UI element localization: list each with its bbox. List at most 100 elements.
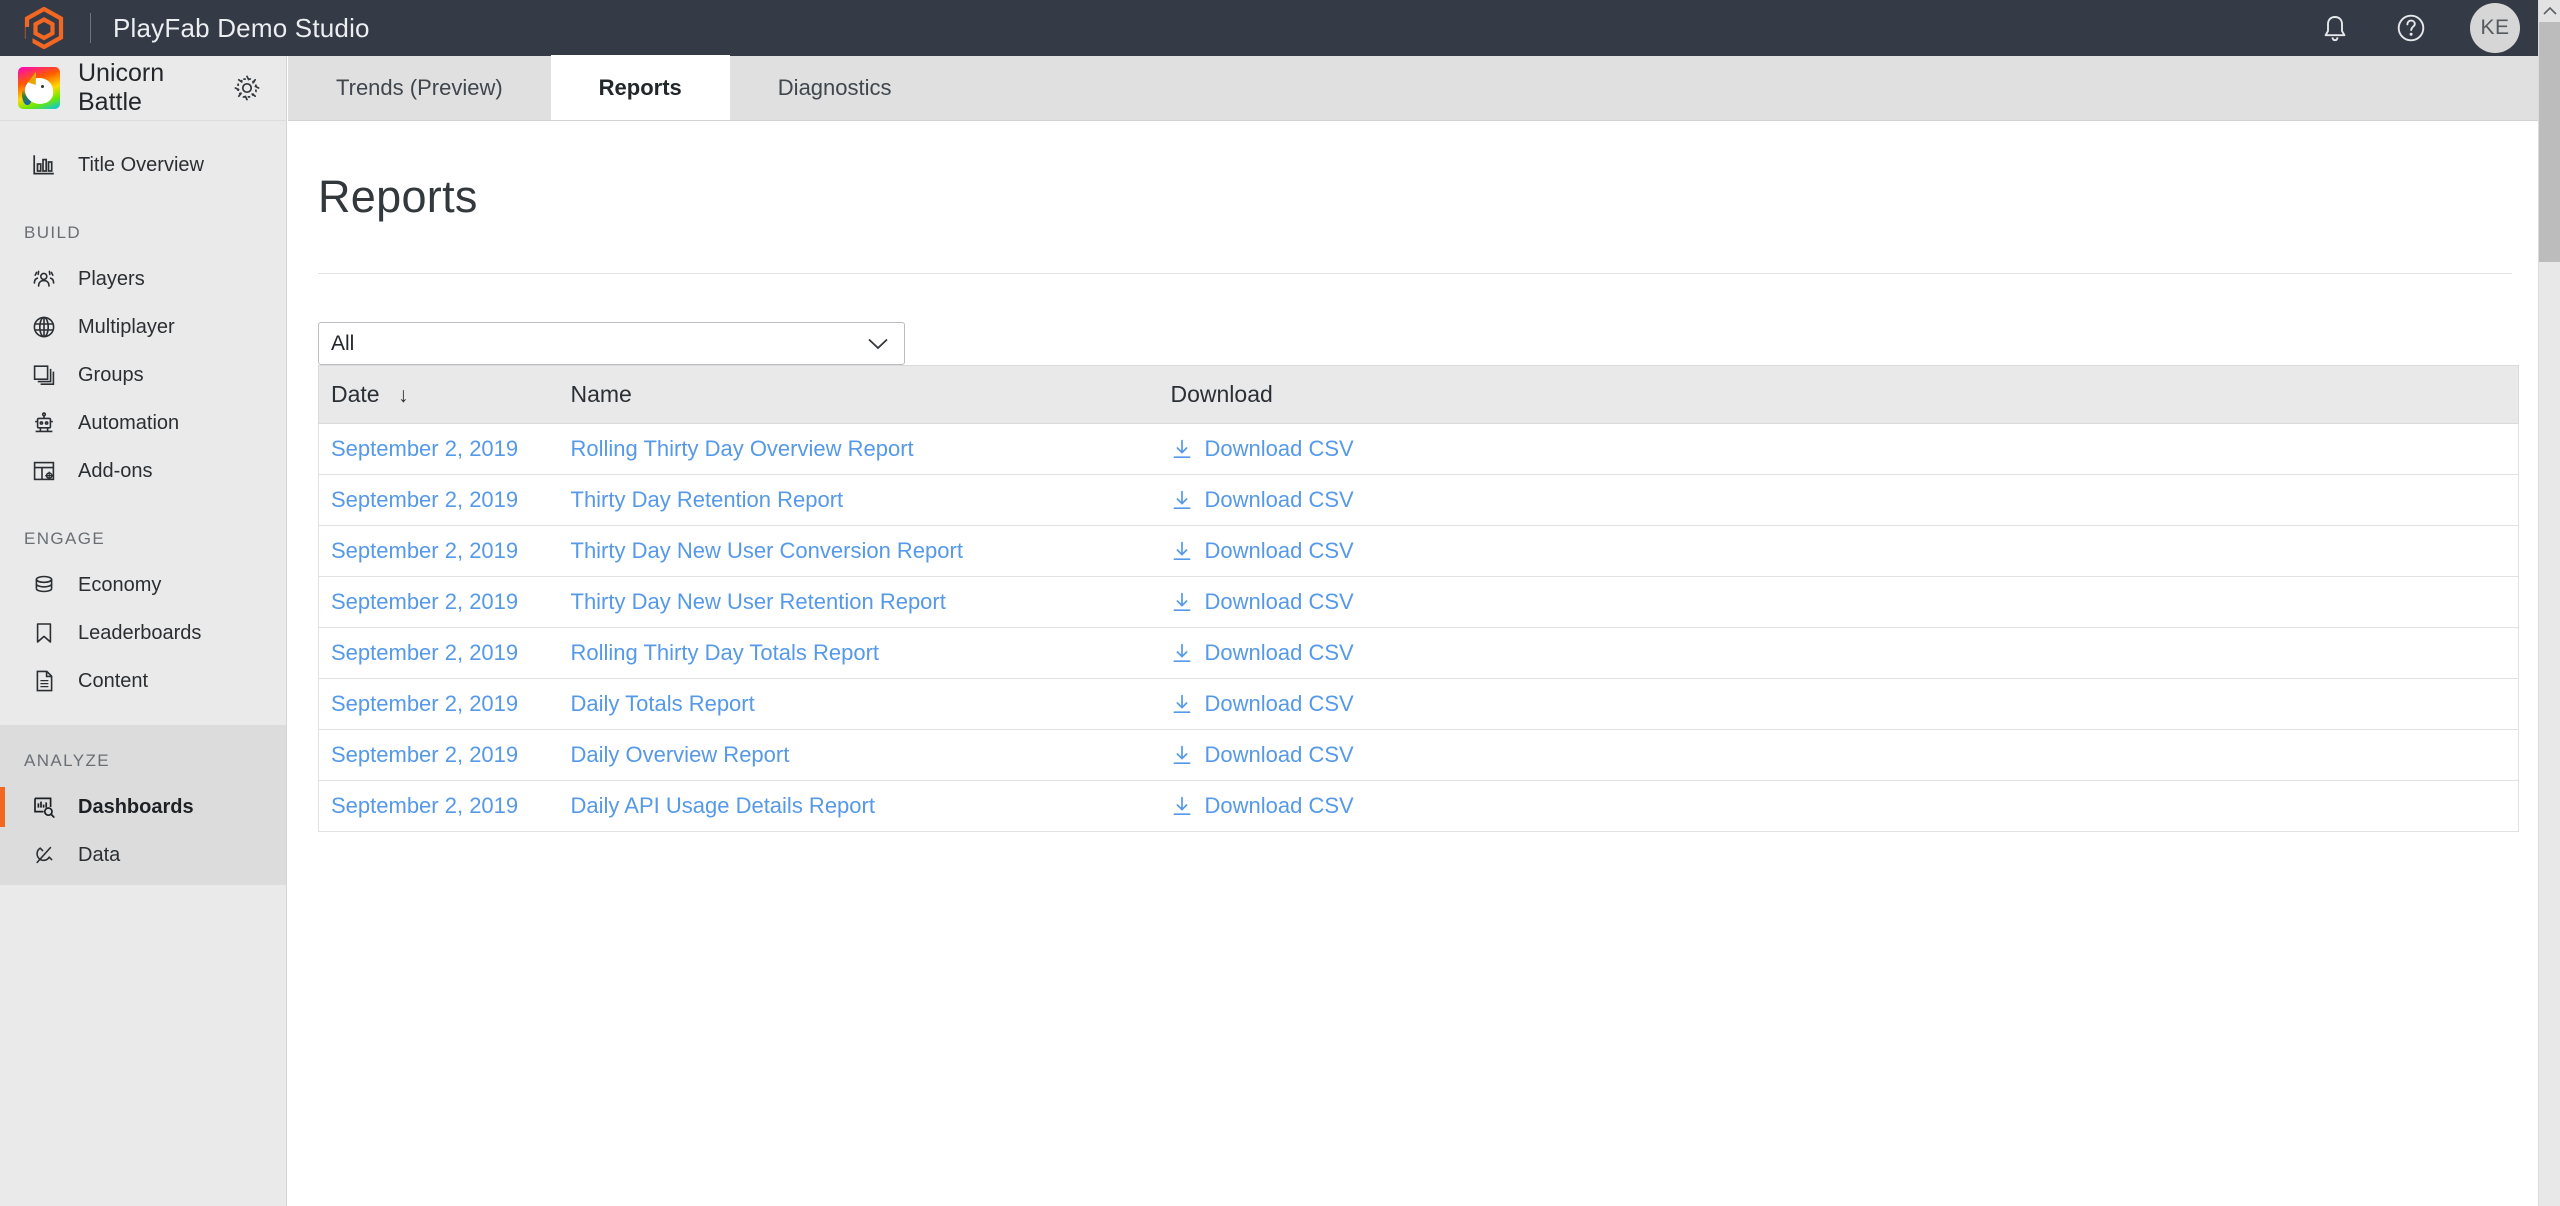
avatar[interactable]: KE [2470, 3, 2520, 53]
chevron-up-icon[interactable] [2539, 0, 2560, 22]
download-csv-label: Download CSV [1205, 742, 1354, 768]
sidebar-group-engage: ENGAGE [0, 515, 286, 549]
download-csv-link[interactable]: Download CSV [1171, 424, 2519, 474]
page-header: Reports [288, 121, 2540, 273]
download-csv-link[interactable]: Download CSV [1171, 679, 2519, 729]
sidebar-group-build: BUILD [0, 209, 286, 243]
date-link[interactable]: September 2, 2019 [331, 538, 518, 563]
download-icon [1171, 693, 1193, 715]
sidebar-item-data[interactable]: Data [0, 831, 286, 879]
date-link[interactable]: September 2, 2019 [331, 640, 518, 665]
table-body: September 2, 2019 Rolling Thirty Day Ove… [319, 424, 2519, 832]
date-link[interactable]: September 2, 2019 [331, 487, 518, 512]
cell-date: September 2, 2019 [319, 730, 559, 781]
sidebar-item-players[interactable]: Players [0, 255, 286, 303]
report-name-link[interactable]: Thirty Day New User Conversion Report [571, 538, 963, 563]
sidebar-item-label: Groups [78, 364, 144, 387]
download-csv-label: Download CSV [1205, 538, 1354, 564]
sidebar-item-add-ons[interactable]: Add-ons [0, 447, 286, 495]
vertical-scrollbar[interactable] [2538, 0, 2560, 1206]
cell-date: September 2, 2019 [319, 679, 559, 730]
report-filter-select[interactable]: All [318, 322, 905, 365]
bell-icon[interactable] [2318, 11, 2352, 45]
sidebar-item-label: Dashboards [78, 796, 194, 819]
date-link[interactable]: September 2, 2019 [331, 436, 518, 461]
reports-panel: All Date ↓ Name Download [288, 274, 2540, 832]
download-csv-link[interactable]: Download CSV [1171, 781, 2519, 831]
globe-icon [30, 314, 58, 340]
gear-icon[interactable] [232, 73, 262, 103]
table-row: September 2, 2019 Daily API Usage Detail… [319, 781, 2519, 832]
grid-gear-icon [30, 458, 58, 484]
date-link[interactable]: September 2, 2019 [331, 793, 518, 818]
column-header-download[interactable]: Download [1159, 366, 2519, 424]
header-actions: KE [2318, 3, 2560, 53]
page-title: Reports [318, 171, 478, 223]
sidebar-item-label: Title Overview [78, 154, 204, 177]
download-csv-link[interactable]: Download CSV [1171, 475, 2519, 525]
download-csv-label: Download CSV [1205, 589, 1354, 615]
top-header-bar: PlayFab Demo Studio KE [0, 0, 2560, 56]
studio-title: PlayFab Demo Studio [113, 13, 370, 44]
column-header-date[interactable]: Date ↓ [319, 366, 559, 424]
sidebar-item-label: Multiplayer [78, 316, 175, 339]
bar-chart-icon [30, 152, 58, 178]
sidebar-item-automation[interactable]: Automation [0, 399, 286, 447]
sidebar-item-label: Automation [78, 412, 179, 435]
report-name-link[interactable]: Daily API Usage Details Report [571, 793, 875, 818]
report-name-link[interactable]: Thirty Day Retention Report [571, 487, 844, 512]
report-filter-value: All [331, 332, 354, 356]
cell-name: Thirty Day Retention Report [559, 475, 1159, 526]
sidebar-item-title-overview[interactable]: Title Overview [0, 141, 286, 189]
cell-name: Daily Overview Report [559, 730, 1159, 781]
sidebar: Unicorn Battle [0, 56, 287, 1206]
cell-date: September 2, 2019 [319, 526, 559, 577]
reports-table: Date ↓ Name Download September 2, 2019 R… [318, 365, 2519, 832]
sidebar-item-dashboards[interactable]: Dashboards [0, 783, 286, 831]
cell-download: Download CSV [1159, 424, 2519, 475]
tab-reports[interactable]: Reports [551, 55, 730, 120]
sidebar-item-label: Economy [78, 574, 161, 597]
bookmark-icon [30, 620, 58, 646]
tab-diagnostics[interactable]: Diagnostics [730, 55, 940, 120]
cell-name: Daily Totals Report [559, 679, 1159, 730]
date-link[interactable]: September 2, 2019 [331, 589, 518, 614]
tab-trends-preview[interactable]: Trends (Preview) [288, 55, 551, 120]
report-name-link[interactable]: Daily Overview Report [571, 742, 790, 767]
sidebar-item-label: Leaderboards [78, 622, 201, 645]
table-row: September 2, 2019 Thirty Day New User Co… [319, 526, 2519, 577]
download-csv-link[interactable]: Download CSV [1171, 526, 2519, 576]
report-name-link[interactable]: Daily Totals Report [571, 691, 755, 716]
sidebar-item-economy[interactable]: Economy [0, 561, 286, 609]
download-csv-link[interactable]: Download CSV [1171, 628, 2519, 678]
download-csv-link[interactable]: Download CSV [1171, 577, 2519, 627]
date-link[interactable]: September 2, 2019 [331, 691, 518, 716]
cell-date: September 2, 2019 [319, 475, 559, 526]
download-csv-label: Download CSV [1205, 436, 1354, 462]
download-icon [1171, 744, 1193, 766]
cell-date: September 2, 2019 [319, 577, 559, 628]
title-header: Unicorn Battle [0, 56, 286, 121]
people-icon [30, 266, 58, 292]
unicorn-avatar [18, 67, 60, 109]
playfab-hexagon-logo[interactable] [18, 2, 70, 54]
date-link[interactable]: September 2, 2019 [331, 742, 518, 767]
report-name-link[interactable]: Rolling Thirty Day Totals Report [571, 640, 880, 665]
cell-name: Daily API Usage Details Report [559, 781, 1159, 832]
table-row: September 2, 2019 Thirty Day New User Re… [319, 577, 2519, 628]
sidebar-item-groups[interactable]: Groups [0, 351, 286, 399]
chart-search-icon [30, 794, 58, 820]
report-name-link[interactable]: Thirty Day New User Retention Report [571, 589, 946, 614]
sidebar-item-content[interactable]: Content [0, 657, 286, 705]
download-csv-link[interactable]: Download CSV [1171, 730, 2519, 780]
cell-date: September 2, 2019 [319, 781, 559, 832]
report-name-link[interactable]: Rolling Thirty Day Overview Report [571, 436, 914, 461]
sidebar-item-leaderboards[interactable]: Leaderboards [0, 609, 286, 657]
question-circle-icon[interactable] [2394, 11, 2428, 45]
cell-name: Rolling Thirty Day Overview Report [559, 424, 1159, 475]
cell-download: Download CSV [1159, 679, 2519, 730]
scrollbar-thumb[interactable] [2539, 22, 2560, 262]
sidebar-item-multiplayer[interactable]: Multiplayer [0, 303, 286, 351]
download-csv-label: Download CSV [1205, 640, 1354, 666]
column-header-name[interactable]: Name [559, 366, 1159, 424]
